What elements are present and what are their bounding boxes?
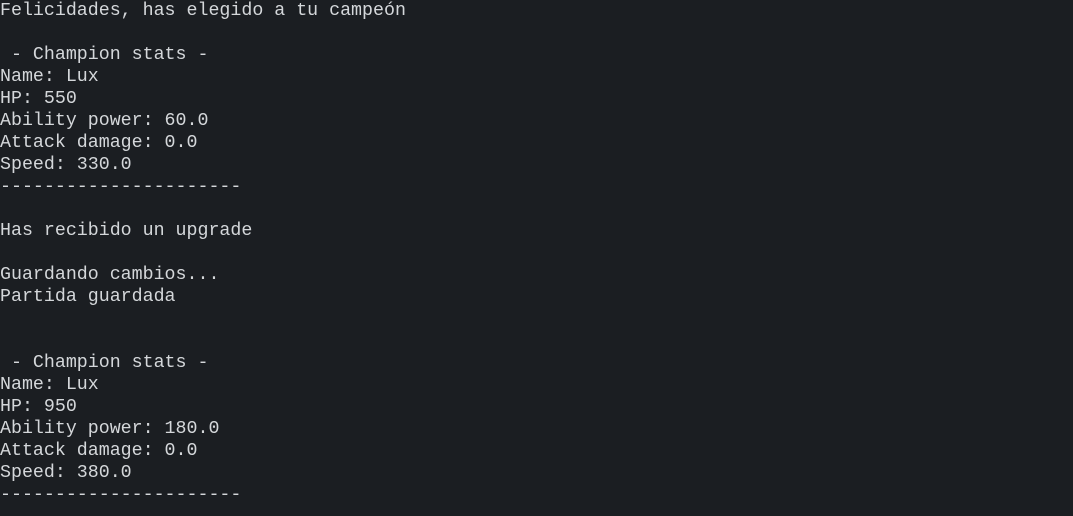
output-line: Partida guardada	[0, 287, 176, 307]
output-line: Felicidades, has elegido a tu campeón	[0, 1, 406, 21]
output-line: Has recibido un upgrade	[0, 221, 253, 241]
output-line: Name: Lux	[0, 375, 99, 395]
output-line: HP: 550	[0, 89, 77, 109]
output-line: - Champion stats -	[0, 353, 209, 373]
output-line: Attack damage: 0.0	[0, 441, 198, 461]
output-line: Ability power: 180.0	[0, 419, 220, 439]
output-line: Guardando cambios...	[0, 265, 220, 285]
output-line: HP: 950	[0, 397, 77, 417]
output-line: - Champion stats -	[0, 45, 209, 65]
output-line: Ability power: 60.0	[0, 111, 209, 131]
output-line: ----------------------	[0, 177, 242, 197]
output-line: ----------------------	[0, 485, 242, 505]
terminal-output: Felicidades, has elegido a tu campeón - …	[0, 0, 1073, 506]
output-line: Speed: 380.0	[0, 463, 132, 483]
output-line: Attack damage: 0.0	[0, 133, 198, 153]
output-line: Speed: 330.0	[0, 155, 132, 175]
output-line: Name: Lux	[0, 67, 99, 87]
